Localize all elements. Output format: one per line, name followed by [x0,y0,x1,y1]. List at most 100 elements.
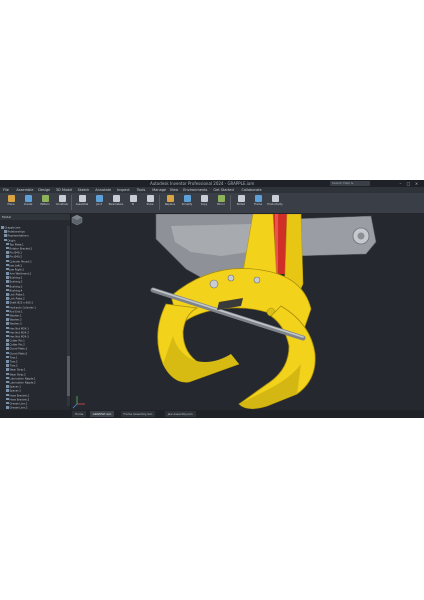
browser-node-label: Link Plate:1 [9,293,25,297]
document-tab-0[interactable]: Home [72,411,87,417]
part-icon [6,397,9,401]
part-icon [6,272,9,275]
ribbon-button-label: Show [146,203,154,206]
ribbon-button-6[interactable]: Parameters [108,195,124,209]
document-tab-2[interactable]: Frame Assembly.iam [120,411,156,417]
ribbon-button-icon [166,195,174,202]
part-icon [6,372,9,376]
part-icon [6,297,9,300]
part-icon [6,301,9,304]
ribbon-button-icon [129,195,137,202]
browser-node-label: Relationships [7,230,25,234]
browser-node-label: Grease Line:1 [9,402,28,406]
part-icon [4,238,7,242]
ribbon-button-14[interactable]: Frame [250,195,266,209]
ribbon-button-label: Productivity [267,203,283,206]
ribbon-button-15[interactable]: Productivity [267,195,283,209]
ribbon-button-5[interactable]: Joint [91,195,107,209]
hub-bolt-icon [209,279,219,289]
document-tab-3[interactable]: Jaw Assembly.iam [164,411,196,417]
browser-node-label: Jaw Right:1 [9,268,25,272]
ribbon-button-4[interactable]: Assemble [74,195,90,209]
ribbon-button-label: Create [23,203,33,206]
browser-node-label: Guard Plate:2 [9,351,28,355]
ribbon-button-3[interactable]: Constrain [54,195,70,209]
browser-node-label: Representations [7,234,29,238]
ribbon-button-1[interactable]: Create [20,195,36,209]
close-icon[interactable]: × [414,181,419,186]
browser-node-label: Bushing:4 [9,289,23,293]
ribbon-button-9[interactable]: Replace [162,195,178,209]
ribbon-button-7[interactable]: fx [125,195,141,209]
ribbon-button-label: Pattern [40,203,50,206]
part-icon [6,351,9,355]
browser-node-label: Hex Nut M24:1 [9,326,29,330]
maximize-icon[interactable]: □ [406,181,411,186]
part-icon [6,368,9,371]
part-icon [6,251,9,254]
document-tabs: Home GRAPPLE.iam Frame Assembly.iam Jaw Ass… [0,410,424,418]
browser-scrollbar[interactable] [67,226,70,406]
ribbon-button-icon [41,195,49,202]
part-icon [6,334,9,338]
browser-node-label: Hex Nut M24:2 [9,330,29,334]
browser-node-label: Shaft Ø25 x 600:1 [9,301,34,305]
ribbon-button-12[interactable]: Mirror [213,195,229,209]
part-icon [6,255,9,258]
ribbon-button-label: Copy [200,203,208,206]
ribbon-button-label: Parameters [108,203,124,206]
ribbon-button-icon [146,195,154,202]
window-title: Autodesk Inventor Professional 2024 - GR… [150,181,255,186]
ribbon-separator [230,195,231,210]
browser-node-label: Washer:2 [9,318,22,322]
minimize-icon[interactable]: – [398,181,403,186]
scroll-thumb[interactable] [67,356,70,396]
part-icon [6,318,9,321]
ribbon-button-icon [58,195,66,202]
ribbon-button-icon [112,195,120,202]
ribbon-button-13[interactable]: Bolted [233,195,249,209]
ribbon-button-icon [78,195,86,202]
ribbon-button-label: Frame [253,203,263,206]
browser-node-label: Grease Line:2 [9,406,28,410]
part-icon [6,280,9,283]
part-icon [6,267,9,271]
browser-node-label: Spacer:2 [9,389,21,393]
part-icon [6,246,9,250]
ribbon-button-8[interactable]: Show [142,195,158,209]
ribbon-button-2[interactable]: Pattern [37,195,53,209]
part-icon [6,288,9,292]
browser-node-label: Link Plate:2 [9,297,25,301]
ribbon-button-10[interactable]: Simplify [179,195,195,209]
part-icon [6,284,9,288]
part-icon [6,313,9,317]
grapple-model[interactable] [71,214,424,410]
part-icon [6,309,9,313]
browser-node-label: Wear Strip:2 [9,372,26,376]
viewcube-icon[interactable] [71,214,83,226]
ribbon-button-icon [200,195,208,202]
browser-node-label: Hose Bracket:2 [9,397,30,401]
browser-node-label: Cylinder Mount:1 [9,259,32,263]
graphics-window[interactable] [71,214,424,410]
part-icon [4,230,7,233]
ribbon-button-0[interactable]: Place [3,195,19,209]
browser-node-label: Rotator Bracket:1 [9,247,33,251]
browser-node-label: Cotter Pin:1 [9,339,25,343]
ribbon-separator [159,195,160,210]
document-tab-1[interactable]: GRAPPLE.iam [89,411,115,417]
browser-node-label: Guard Plate:1 [9,347,28,351]
browser-node-label: Washer:3 [9,322,22,326]
ribbon-button-label: Replace [164,203,176,206]
part-icon [6,389,9,392]
browser-node-label: Tine:1 [9,356,18,360]
ribbon-panel: Place Create Pattern Constrain Assemble Joint… [0,193,424,214]
ribbon-button-icon [24,195,32,202]
ribbon-button-11[interactable]: Copy [196,195,212,209]
ribbon-button-icon [183,195,191,202]
browser-node-label: Bushing:1 [9,276,23,280]
part-icon [6,263,9,267]
help-search-input[interactable]: Search Help & Commands... [330,181,370,186]
browser-tree: Grapple.iam Relationships Representations O… [0,226,66,418]
part-icon [6,343,9,346]
